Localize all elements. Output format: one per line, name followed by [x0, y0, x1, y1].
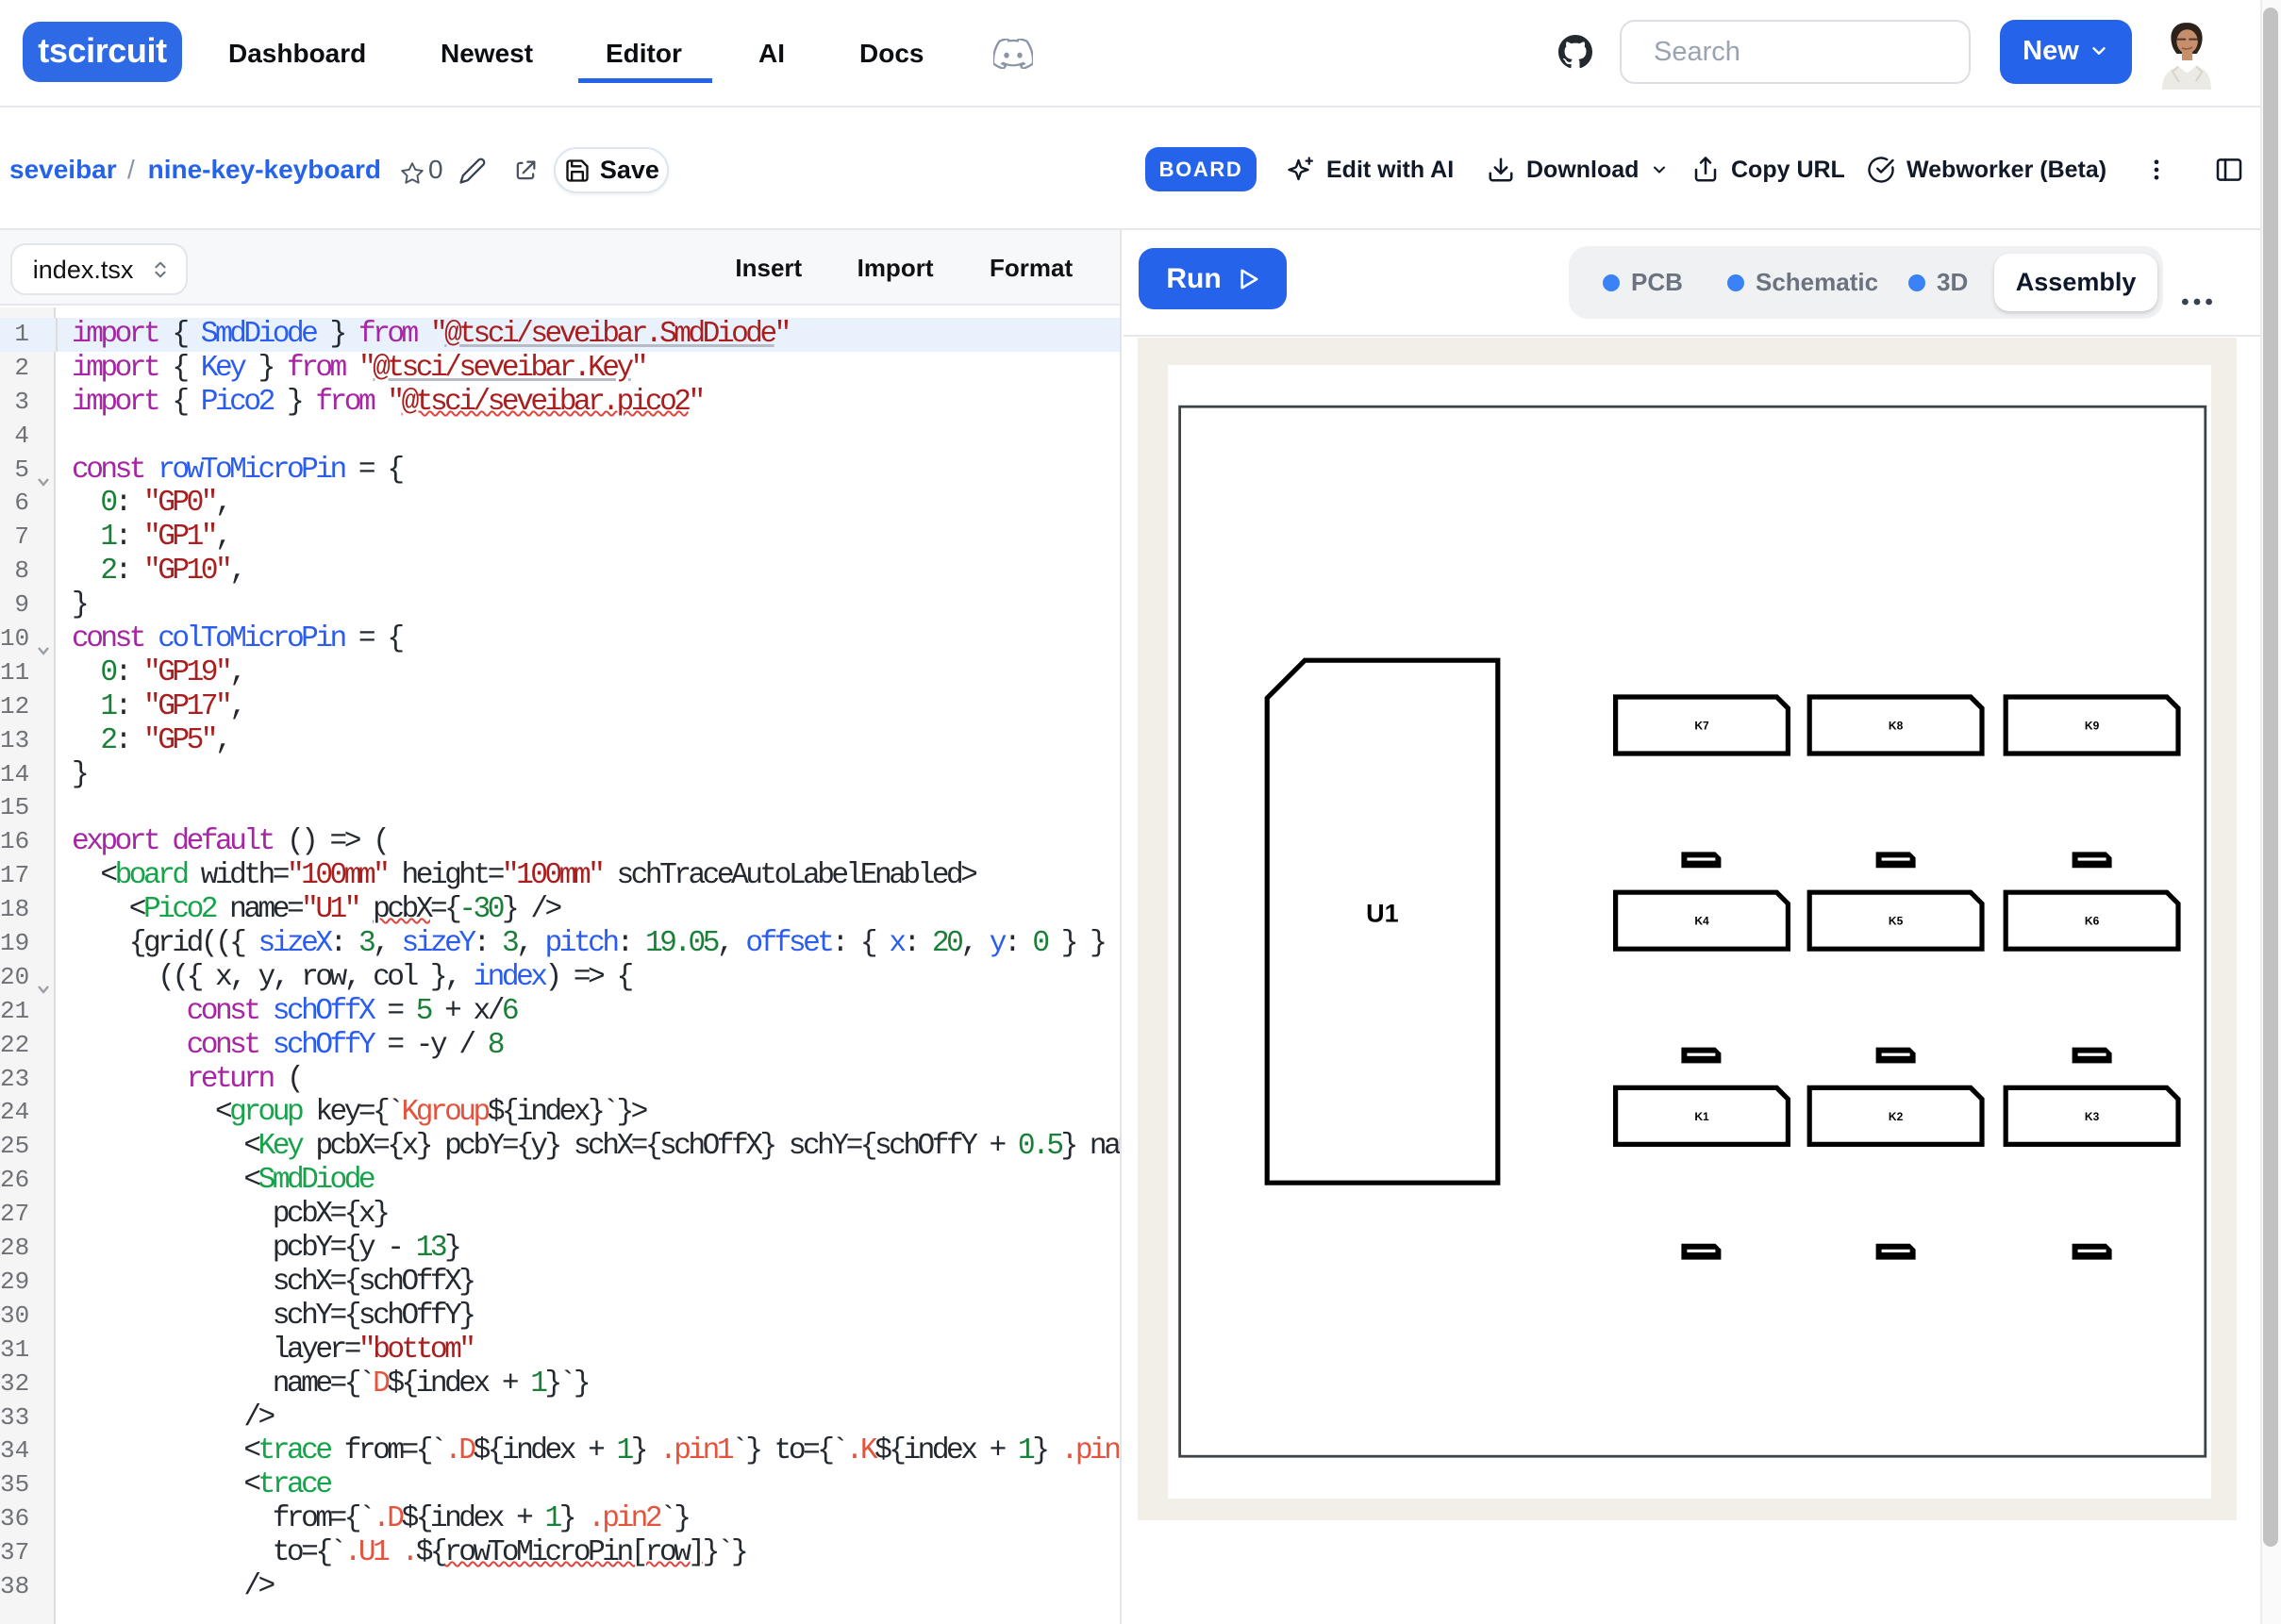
svg-text:K8: K8: [1889, 720, 1904, 733]
svg-text:K1: K1: [1694, 1110, 1709, 1123]
svg-text:K7: K7: [1694, 720, 1709, 733]
svg-text:K4: K4: [1694, 915, 1709, 928]
svg-text:U1: U1: [1366, 900, 1399, 928]
svg-text:K2: K2: [1889, 1110, 1904, 1123]
svg-text:K9: K9: [2085, 720, 2100, 733]
svg-text:K5: K5: [1889, 915, 1904, 928]
svg-text:K3: K3: [2085, 1110, 2100, 1123]
svg-text:K6: K6: [2085, 915, 2100, 928]
